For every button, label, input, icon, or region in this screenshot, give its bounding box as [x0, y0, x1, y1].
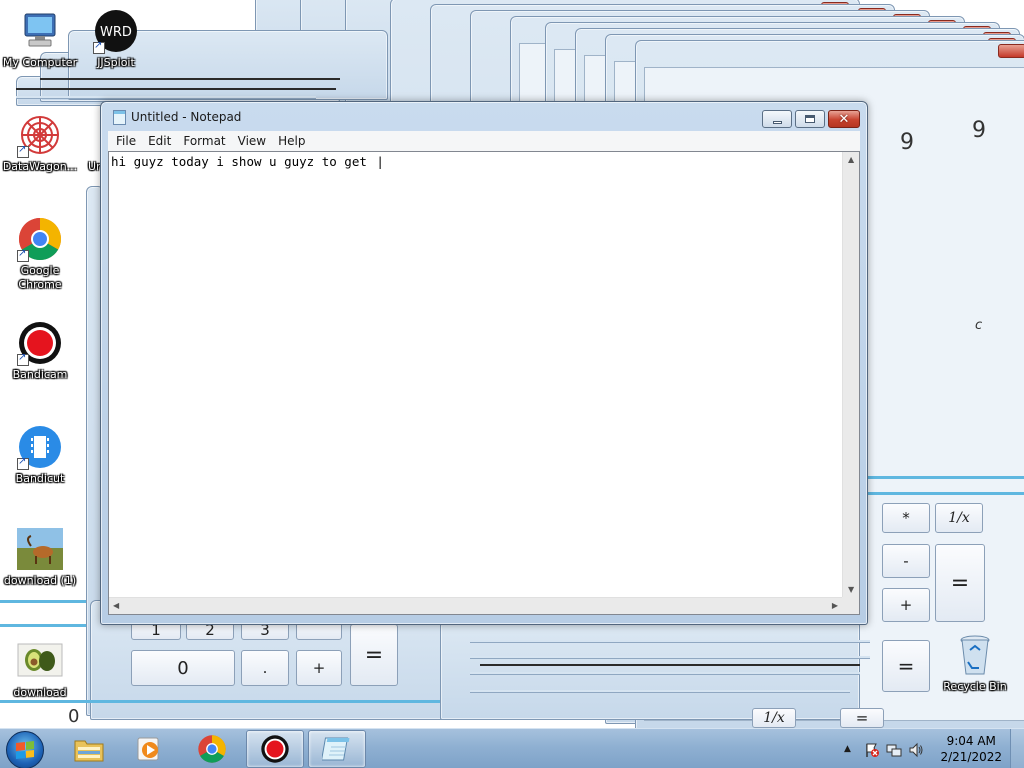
notepad-window[interactable]: Untitled - Notepad ✕ File Edit Format Vi… [100, 101, 868, 625]
maximize-button[interactable] [795, 110, 825, 128]
horizontal-scrollbar[interactable]: ◀ ▶ [109, 597, 842, 614]
clock-time: 9:04 AM [946, 734, 996, 748]
desktop-icon-recycle-bin[interactable]: Recycle Bin [935, 632, 1015, 694]
show-hidden-icons-icon[interactable]: ▲ [844, 744, 851, 754]
jjsploit-icon: WRD [93, 8, 139, 54]
calc-key: = [350, 624, 398, 686]
computer-icon [17, 8, 63, 54]
menu-format[interactable]: Format [177, 131, 231, 151]
datawagon-icon [17, 112, 63, 158]
action-center-flag-icon[interactable] [864, 742, 880, 761]
icon-label: JJSploit [97, 56, 135, 69]
desktop-icon-jjsploit[interactable]: WRD JJSploit [76, 8, 156, 70]
calc-edge-glyph: 9 [900, 130, 914, 155]
show-desktop-button[interactable] [1010, 729, 1024, 768]
menu-view[interactable]: View [232, 131, 272, 151]
taskbar-file-explorer[interactable] [60, 730, 118, 768]
vertical-scrollbar[interactable]: ▲ ▼ [842, 152, 859, 597]
icon-label: Bandicam [12, 368, 68, 381]
maximize-icon [805, 115, 815, 123]
taskbar-media-player[interactable] [120, 730, 178, 768]
calc-key: 0 [131, 650, 235, 686]
calc-key: + [882, 588, 930, 622]
calc-display-digit: 0 [68, 706, 80, 727]
icon-label: Ur [88, 160, 101, 173]
scroll-down-icon[interactable]: ▼ [848, 585, 854, 594]
scroll-right-icon[interactable]: ▶ [832, 601, 838, 610]
notepad-icon [113, 109, 126, 125]
scroll-up-icon[interactable]: ▲ [848, 155, 854, 164]
taskbar-bandicam[interactable] [246, 730, 304, 768]
clock-date: 2/21/2022 [940, 750, 1002, 764]
media-player-icon [137, 737, 159, 761]
icon-label: Bandicut [15, 472, 65, 485]
taskbar: ▲ 9:04 AM 2/21/2022 [0, 728, 1024, 768]
recycle-bin-icon [952, 632, 998, 678]
avocado-thumbnail-icon [17, 638, 63, 684]
chrome-icon [17, 216, 63, 262]
bandicut-icon [17, 424, 63, 470]
text-editor-area[interactable]: hi guyz today i show u guyz to get ▲ ▼ ◀… [108, 151, 860, 615]
icon-label: Google Chrome [18, 264, 62, 291]
calc-key: = [882, 640, 930, 692]
calc-key: - [882, 544, 930, 578]
svg-text:WRD: WRD [100, 25, 132, 40]
calc-key: 1/x [752, 708, 796, 728]
calc-edge-glyph: c [975, 318, 983, 333]
minimize-button[interactable] [762, 110, 792, 128]
image-thumbnail-icon [17, 526, 63, 572]
menu-file[interactable]: File [110, 131, 142, 151]
file-explorer-icon [74, 740, 104, 762]
menu-help[interactable]: Help [272, 131, 311, 151]
chrome-icon [198, 735, 226, 763]
editor-text: hi guyz today i show u guyz to get [111, 154, 841, 169]
desktop-icon-download[interactable]: download [0, 638, 80, 700]
network-icon[interactable] [886, 742, 902, 761]
close-icon: ✕ [838, 111, 850, 127]
volume-icon[interactable] [908, 742, 924, 761]
window-title: Untitled - Notepad [131, 110, 242, 124]
menu-bar: File Edit Format View Help [108, 131, 860, 151]
calc-key: + [296, 650, 342, 686]
desktop-icon-my-computer[interactable]: My Computer [0, 8, 80, 70]
menu-edit[interactable]: Edit [142, 131, 177, 151]
notepad-title-bar[interactable]: Untitled - Notepad [101, 102, 867, 132]
calc-key: = [840, 708, 884, 728]
calc-key: * [882, 503, 930, 533]
notepad-icon [322, 737, 350, 761]
desktop-icon-google-chrome[interactable]: Google Chrome [0, 216, 80, 292]
taskbar-chrome[interactable] [183, 730, 241, 768]
icon-label: download [13, 686, 67, 699]
start-button[interactable] [6, 731, 44, 768]
calc-key: 1/x [935, 503, 983, 533]
taskbar-notepad[interactable] [308, 730, 366, 768]
scroll-left-icon[interactable]: ◀ [113, 601, 119, 610]
desktop-icon-partial[interactable]: Ur [68, 112, 104, 174]
scrollbar-corner [842, 597, 859, 614]
clock[interactable]: 9:04 AM 2/21/2022 [940, 733, 1002, 765]
icon-label: Recycle Bin [943, 680, 1007, 693]
system-tray: ▲ 9:04 AM 2/21/2022 [834, 729, 1024, 768]
calc-key: = [935, 544, 985, 622]
calc-key: . [241, 650, 289, 686]
desktop-icon-bandicut[interactable]: Bandicut [0, 424, 80, 486]
calc-edge-glyph: 9 [972, 118, 986, 143]
windows-logo-icon [16, 741, 34, 759]
icon-label: download (1) [3, 574, 77, 587]
desktop-icon-bandicam[interactable]: Bandicam [0, 320, 80, 382]
close-button[interactable]: ✕ [828, 110, 860, 128]
desktop-icon-download-1[interactable]: download (1) [0, 526, 80, 588]
bandicam-icon [261, 735, 289, 763]
icon-label: My Computer [2, 56, 78, 69]
minimize-icon [772, 120, 782, 124]
bandicam-icon [17, 320, 63, 366]
